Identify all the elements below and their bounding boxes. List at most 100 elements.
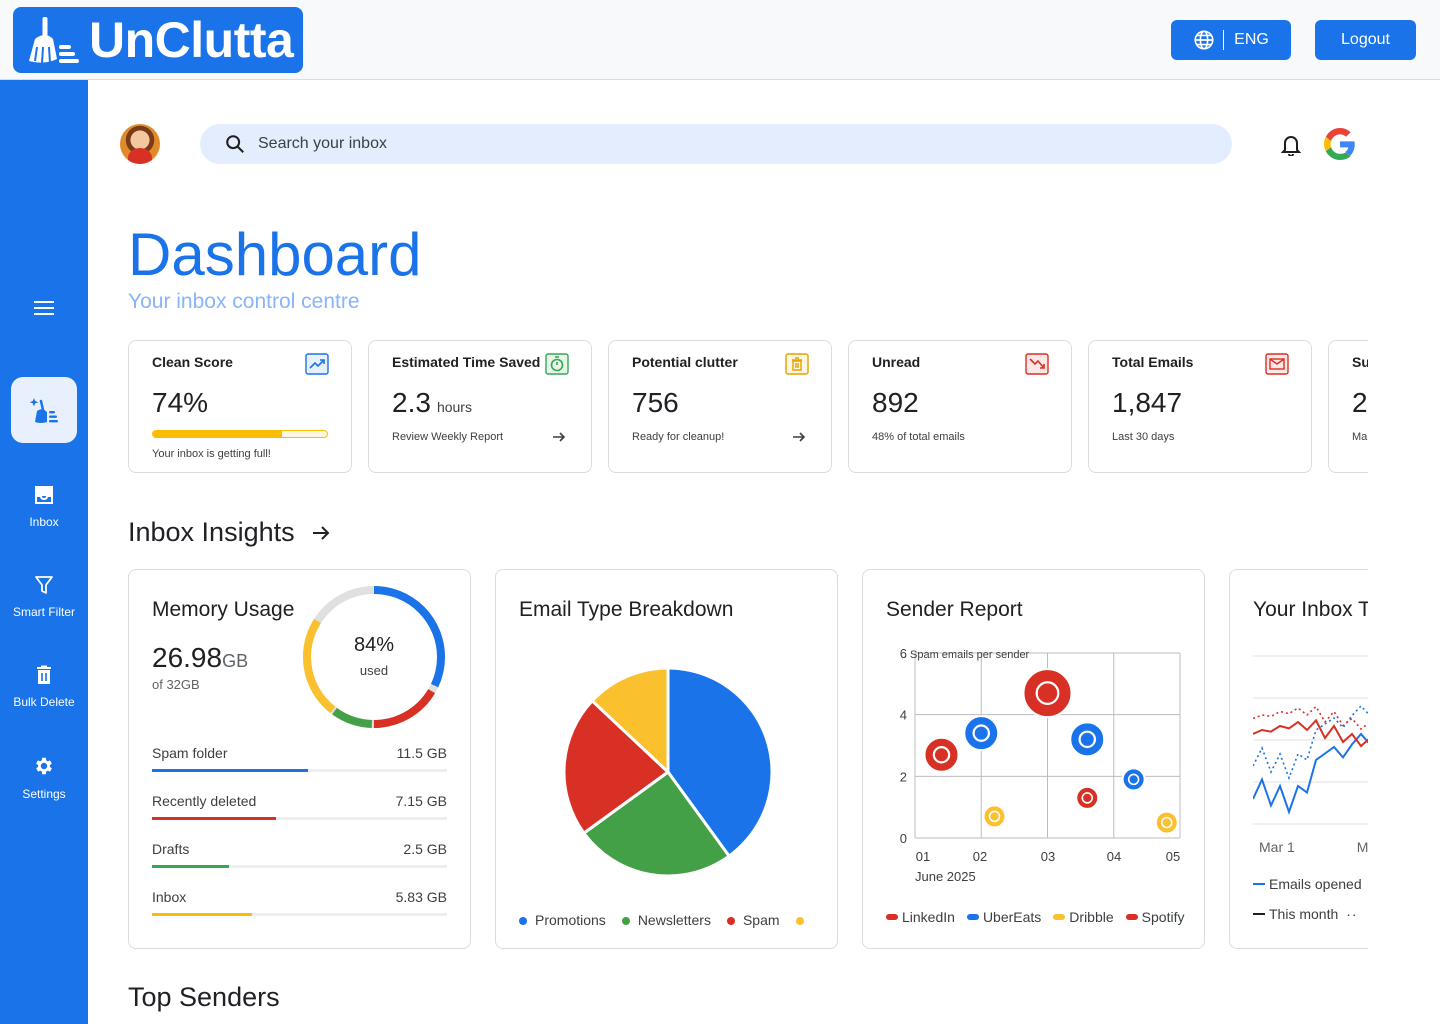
memory-percent-sub: used xyxy=(359,663,389,678)
memory-usage-card: Memory Usage 26.98GB of 32GB 84% used Sp… xyxy=(128,569,471,949)
memory-row-track xyxy=(152,913,447,916)
stat-value: 1,847 xyxy=(1112,387,1183,418)
language-label: ENG xyxy=(1234,31,1269,48)
legend-item xyxy=(795,912,812,928)
stat-card-clean-score[interactable]: Clean Score 74% Your inbox is getting fu… xyxy=(128,340,352,473)
stat-label: Clean Score xyxy=(152,354,233,370)
search-input[interactable] xyxy=(258,135,1158,153)
stat-label: Unread xyxy=(872,354,921,370)
legend-label: Spotify xyxy=(1141,909,1185,925)
stat-card-time-saved[interactable]: Estimated Time Saved 2.3 hours Review Wee… xyxy=(368,340,592,473)
card-title: Your Inbox T xyxy=(1253,598,1368,621)
stat-subtext: 48% of total emails xyxy=(872,431,965,443)
series-line-emails-opened xyxy=(1253,732,1368,816)
legend-item: Newsletters xyxy=(621,912,711,928)
mail-icon xyxy=(1265,353,1289,375)
memory-row: Spam folder 11.5 GB xyxy=(152,745,447,772)
inbox-insights-heading[interactable]: Inbox Insights xyxy=(128,517,331,548)
memory-row-value: 2.5 GB xyxy=(403,841,447,857)
y-tick-label: 6 xyxy=(900,646,907,661)
memory-row-fill xyxy=(152,769,309,772)
stat-label: Potential clutter xyxy=(632,354,738,370)
stats-row: Clean Score 74% Your inbox is getting fu… xyxy=(128,340,1368,474)
legend-item: Emails opened xyxy=(1253,876,1362,892)
sidebar-item-settings[interactable]: Settings xyxy=(0,755,88,801)
stat-subtext: Ma xyxy=(1352,431,1368,443)
trend-down-icon xyxy=(1025,353,1049,375)
stopwatch-icon xyxy=(545,353,569,375)
memory-percent: 84% used xyxy=(299,634,449,678)
stat-subtext: Your inbox is getting full! xyxy=(152,448,271,460)
dribbble-icon[interactable] xyxy=(1154,810,1179,835)
app-logo[interactable]: UnClutta xyxy=(13,7,303,73)
logout-button[interactable]: Logout xyxy=(1315,20,1416,60)
stat-value: 892 xyxy=(872,387,919,418)
clean-score-progress xyxy=(152,430,328,438)
legend-item: UberEats xyxy=(966,909,1042,925)
memory-row-track xyxy=(152,865,447,868)
notification-bell-icon[interactable] xyxy=(1280,134,1302,161)
linkedin-icon[interactable] xyxy=(1022,668,1073,719)
memory-row: Drafts 2.5 GB xyxy=(152,841,447,868)
sidebar-item-dashboard[interactable] xyxy=(11,377,77,443)
language-button[interactable]: ENG xyxy=(1171,20,1291,60)
arrow-right-icon[interactable] xyxy=(792,430,806,444)
memory-row-label: Recently deleted xyxy=(152,793,257,809)
ubereats-icon[interactable] xyxy=(963,715,1000,752)
legend-item: Spotify xyxy=(1125,909,1185,925)
x-tick-label: 01 xyxy=(916,849,930,864)
legend-label: Promotions xyxy=(535,912,606,928)
memory-used-unit: GB xyxy=(222,651,249,671)
stat-subtext: Review Weekly Report xyxy=(392,431,504,443)
figma-icon[interactable] xyxy=(1121,767,1146,792)
memory-row-value: 11.5 GB xyxy=(396,745,447,761)
page-subtitle: Your inbox control centre xyxy=(128,290,360,313)
stat-value: 74% xyxy=(152,387,209,418)
broom-icon xyxy=(29,17,79,64)
x-tick-label: 04 xyxy=(1107,849,1121,864)
legend-label: UberEats xyxy=(982,909,1042,925)
sidebar: Inbox Smart Filter Bulk Delete Settings xyxy=(0,80,88,1024)
magic-broom-icon xyxy=(29,398,58,423)
x-tick-label: 05 xyxy=(1166,849,1180,864)
legend-item: Dribble xyxy=(1053,909,1114,925)
memory-row-fill xyxy=(152,817,276,820)
spotify-icon[interactable] xyxy=(1075,785,1100,810)
legend-label: Emails opened xyxy=(1269,876,1362,892)
chart-line-icon xyxy=(305,353,329,375)
top-bar: UnClutta ENG Logout xyxy=(0,0,1440,80)
github-icon[interactable] xyxy=(923,736,960,773)
line-chart xyxy=(1253,655,1368,825)
sidebar-item-label: Bulk Delete xyxy=(13,695,75,709)
sidebar-item-bulk-delete[interactable]: Bulk Delete xyxy=(0,665,88,709)
stat-card-unread[interactable]: Unread 892 48% of total emails xyxy=(848,340,1072,473)
arrow-right-icon[interactable] xyxy=(552,430,566,444)
x-tick-label: 03 xyxy=(1041,849,1055,864)
sidebar-item-smart-filter[interactable]: Smart Filter xyxy=(0,575,88,619)
trash-icon xyxy=(785,353,809,375)
series-line-red xyxy=(1253,718,1368,748)
stat-card-partial[interactable]: Su 2 Ma xyxy=(1328,340,1368,473)
top-senders-heading: Top Senders xyxy=(128,982,280,1012)
progress-fill xyxy=(153,431,282,437)
sender-legend: LinkedIn UberEats Dribble Spotify xyxy=(886,909,1184,925)
memory-percent-value: 84% xyxy=(353,634,395,656)
google-account-icon[interactable] xyxy=(1324,128,1356,165)
sidebar-item-inbox[interactable]: Inbox xyxy=(0,485,88,529)
search-bar[interactable] xyxy=(200,124,1232,164)
airbnb-icon[interactable] xyxy=(1069,721,1106,758)
menu-icon[interactable] xyxy=(34,301,54,320)
legend-item: Spam xyxy=(726,912,780,928)
filter-icon xyxy=(35,576,53,594)
trash-icon xyxy=(37,665,51,684)
app-name: UnClutta xyxy=(89,12,294,68)
stat-card-potential-clutter[interactable]: Potential clutter 756 Ready for cleanup! xyxy=(608,340,832,473)
stat-card-total-emails[interactable]: Total Emails 1,847 Last 30 days xyxy=(1088,340,1312,473)
y-tick-label: 4 xyxy=(900,708,907,723)
dribbble-icon[interactable] xyxy=(982,804,1007,829)
legend-label: LinkedIn xyxy=(902,909,955,925)
stat-value: 2.3 xyxy=(392,387,431,418)
card-title: Email Type Breakdown xyxy=(519,598,734,621)
avatar[interactable] xyxy=(120,124,160,164)
stat-subtext: Ready for cleanup! xyxy=(632,431,725,443)
